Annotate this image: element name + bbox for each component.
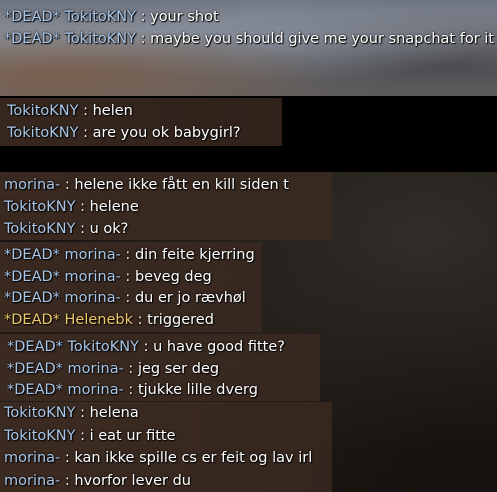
player-name: morina- <box>4 450 61 466</box>
separator: : <box>60 450 75 466</box>
separator: : <box>75 199 90 215</box>
player-name: morina- <box>64 247 121 263</box>
message-text: helena <box>89 405 139 421</box>
player-name: morina- <box>4 472 61 489</box>
message-text: maybe you should give me your snapchat f… <box>150 31 494 47</box>
chat-message: TokitoKNY : u ok? <box>4 218 128 240</box>
message-text: triggered <box>147 311 214 328</box>
chat-message: *DEAD* TokitoKNY : maybe you should give… <box>4 28 494 50</box>
chat-message: *DEAD* TokitoKNY : u have good fitte? <box>7 336 285 358</box>
separator: : <box>75 427 90 444</box>
separator: : <box>120 247 135 263</box>
player-name: morina- <box>67 360 124 377</box>
message-text: i eat ur fitte <box>89 427 176 444</box>
player-name: morina- <box>67 382 124 398</box>
message-text: beveg deg <box>134 268 212 285</box>
player-name: TokitoKNY <box>7 103 79 119</box>
dead-tag: *DEAD* <box>4 268 60 285</box>
message-text: helene ikke fått en kill siden t <box>74 177 289 193</box>
separator: : <box>75 221 90 237</box>
chat-message: morina- : kan ikke spille cs er feit og … <box>4 447 312 469</box>
chat-message: *DEAD* morina- : din feite kjerring <box>4 244 255 266</box>
chat-message: TokitoKNY : helene <box>4 196 139 218</box>
chat-message: *DEAD* TokitoKNY : your shot <box>4 6 219 28</box>
separator: : <box>123 382 138 398</box>
message-text: are you ok babygirl? <box>92 125 241 141</box>
message-text: u ok? <box>89 221 129 237</box>
dead-tag: *DEAD* <box>4 311 60 328</box>
separator: : <box>123 360 138 377</box>
separator: : <box>78 125 93 141</box>
dead-tag: *DEAD* <box>7 382 63 398</box>
separator: : <box>120 290 135 306</box>
chat-message-group: *DEAD* TokitoKNY : u have good fitte? *DE… <box>0 334 320 401</box>
message-text: hvorfor lever du <box>74 472 191 489</box>
message-text: din feite kjerring <box>134 247 255 263</box>
separator: : <box>136 9 151 25</box>
player-name: TokitoKNY <box>4 427 76 444</box>
separator: : <box>139 339 154 355</box>
player-name: TokitoKNY <box>64 9 136 25</box>
chat-message: *DEAD* morina- : du er jo rævhøl <box>4 287 246 309</box>
player-name: morina- <box>64 290 121 306</box>
separator: : <box>133 311 148 328</box>
game-screen: *DEAD* TokitoKNY : your shot *DEAD* Tokit… <box>0 0 497 492</box>
chat-message: morina- : helene ikke fått en kill siden… <box>4 174 289 196</box>
message-text: du er jo rævhøl <box>134 290 246 306</box>
chat-message-group: *DEAD* morina- : din feite kjerring *DEAD… <box>0 242 262 332</box>
player-name: TokitoKNY <box>4 405 76 421</box>
message-text: u have good fitte? <box>153 339 285 355</box>
dead-tag: *DEAD* <box>7 339 63 355</box>
separator: : <box>120 268 135 285</box>
player-name: Helenebk <box>64 311 134 328</box>
chat-message-group: TokitoKNY : helena TokitoKNY : i eat ur f… <box>0 402 332 492</box>
dead-tag: *DEAD* <box>7 360 63 377</box>
player-name: TokitoKNY <box>7 125 79 141</box>
player-name: TokitoKNY <box>67 339 139 355</box>
message-text: kan ikke spille cs er feit og lav irl <box>74 450 313 466</box>
player-name: TokitoKNY <box>4 199 76 215</box>
separator: : <box>60 472 75 489</box>
chat-message-group: morina- : helene ikke fått en kill siden… <box>0 172 332 240</box>
player-name: morina- <box>4 177 61 193</box>
message-text: helene <box>89 199 139 215</box>
dead-tag: *DEAD* <box>4 247 60 263</box>
chat-message: *DEAD* morina- : beveg deg <box>4 266 212 288</box>
message-text: tjukke lille dverg <box>137 382 258 398</box>
player-name: TokitoKNY <box>64 31 136 47</box>
separator: : <box>60 177 75 193</box>
dead-tag: *DEAD* <box>4 31 60 47</box>
chat-message-group: TokitoKNY : helen TokitoKNY : are you ok … <box>0 98 282 146</box>
player-name: TokitoKNY <box>4 221 76 237</box>
message-text: your shot <box>150 9 219 25</box>
chat-message: *DEAD* morina- : jeg ser deg <box>7 358 219 380</box>
chat-message: TokitoKNY : i eat ur fitte <box>4 425 176 447</box>
separator: : <box>78 103 93 119</box>
separator: : <box>136 31 151 47</box>
player-name: morina- <box>64 268 121 285</box>
chat-message: TokitoKNY : are you ok babygirl? <box>7 122 241 144</box>
chat-message-group: *DEAD* TokitoKNY : your shot *DEAD* Tokit… <box>0 6 497 50</box>
message-text: helen <box>92 103 133 119</box>
message-text: jeg ser deg <box>137 360 220 377</box>
dead-tag: *DEAD* <box>4 290 60 306</box>
chat-message: *DEAD* morina- : tjukke lille dverg <box>7 379 258 401</box>
chat-message: TokitoKNY : helena <box>4 402 139 424</box>
chat-message: morina- : hvorfor lever du <box>4 470 191 492</box>
dead-tag: *DEAD* <box>4 9 60 25</box>
chat-message: TokitoKNY : helen <box>7 100 133 122</box>
chat-message: *DEAD* Helenebk : triggered <box>4 309 214 331</box>
separator: : <box>75 405 90 421</box>
